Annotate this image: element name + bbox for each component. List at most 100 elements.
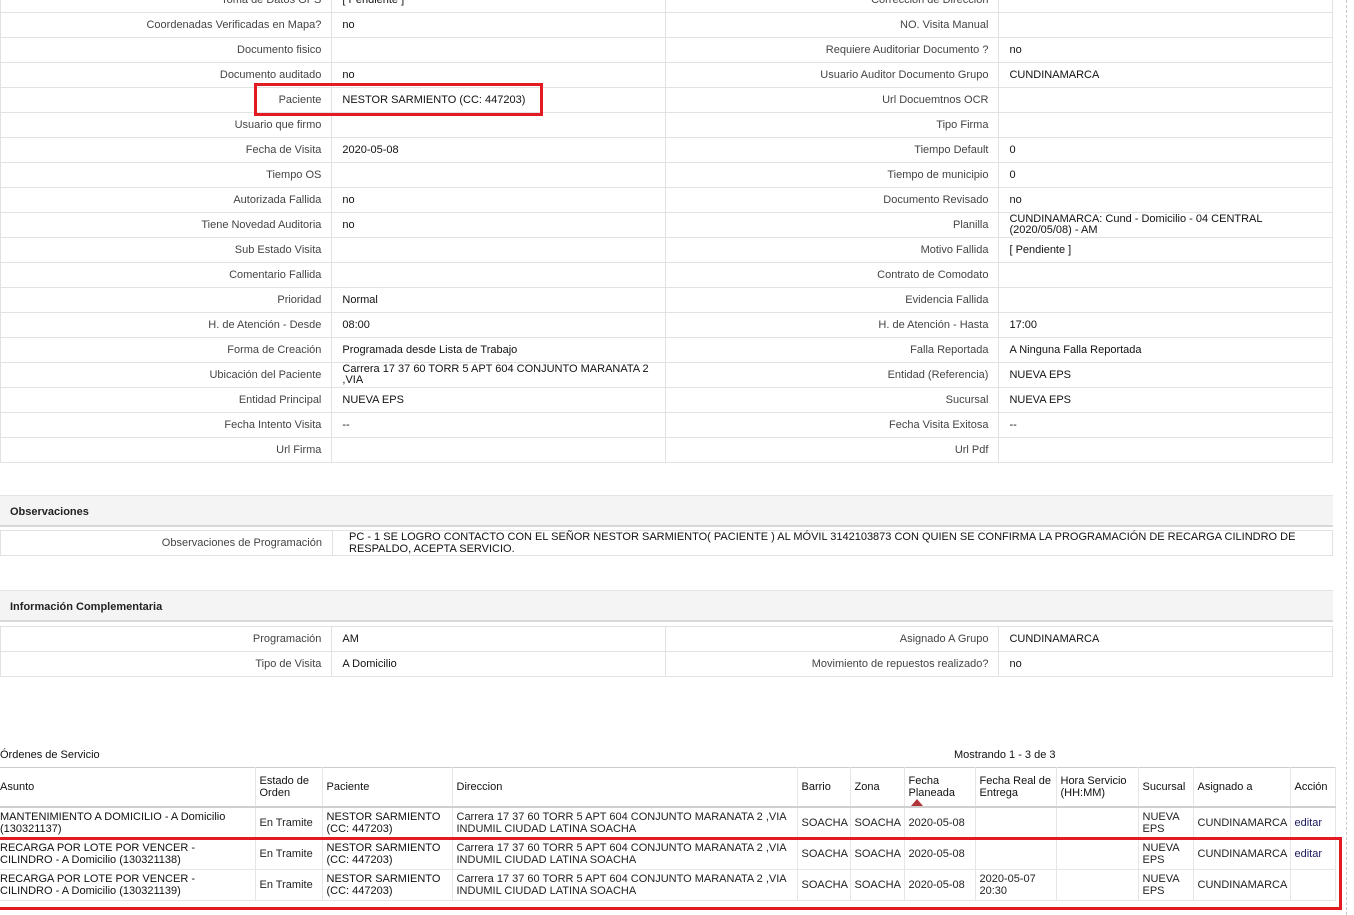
order-cell-fecha-planeada: 2020-05-08 (904, 807, 976, 839)
order-cell-asignado: CUNDINAMARCA (1193, 869, 1291, 901)
detail-label-left: Coordenadas Verificadas en Mapa? (0, 12, 333, 38)
order-fecha-planeada: 2020-05-08 (908, 879, 965, 891)
order-sucursal: NUEVA EPS (1142, 842, 1179, 866)
detail-label-right: Contrato de Comodato (664, 262, 1000, 288)
orders-col-header[interactable]: Barrio (797, 767, 851, 808)
orders-col-header-label: Direccion (456, 781, 503, 793)
detail-value-left (331, 237, 666, 263)
order-cell-paciente: NESTOR SARMIENTO (CC: 447203) (322, 807, 453, 839)
detail-row: Entidad Principal NUEVA EPS Sucursal NUEVA … (0, 387, 1333, 413)
detail-label-right: Motivo Fallida (664, 237, 1000, 263)
detail-value-right: NUEVA EPS (998, 362, 1333, 388)
observaciones-section-title: Observaciones (0, 495, 1333, 527)
detail-label-left: Toma de Datos GPS (0, 0, 333, 13)
order-cell-barrio: SOACHA (797, 807, 851, 839)
detail-label-left: Usuario que firmo (0, 112, 333, 138)
detail-value-right: 17:00 (998, 312, 1333, 338)
complementaria-grid: Programación AM Asignado A Grupo CUNDINAMAR… (0, 626, 1333, 677)
order-row: RECARGA POR LOTE POR VENCER - CILINDRO -… (0, 869, 1336, 901)
detail-value-left (331, 162, 666, 188)
order-asunto[interactable]: MANTENIMIENTO A DOMICILIO - A Domicilio … (0, 811, 225, 835)
order-cell-asunto: RECARGA POR LOTE POR VENCER - CILINDRO -… (0, 838, 256, 870)
order-cell-sucursal: NUEVA EPS (1138, 869, 1194, 901)
detail-label-left: Forma de Creación (0, 337, 333, 363)
orders-col-header-label: Sucursal (1142, 781, 1186, 793)
detail-value-right (998, 437, 1333, 463)
orders-pagination-count: Mostrando 1 - 3 de 3 (954, 749, 1056, 761)
detail-row: Toma de Datos GPS[ Pendiente ]Corrección… (0, 0, 1333, 13)
orders-col-header[interactable]: Fecha Planeada (904, 767, 976, 808)
detail-value-left: -- (331, 412, 666, 438)
orders-table: Asunto Estado de Orden Paciente Direccion Ba… (0, 767, 1336, 901)
detail-label-right: Url Pdf (664, 437, 1000, 463)
order-cell-sucursal: NUEVA EPS (1138, 807, 1194, 839)
orders-col-header-label: Fecha Real de Entrega (979, 775, 1052, 799)
order-paciente[interactable]: NESTOR SARMIENTO (CC: 447203) (327, 842, 441, 866)
detail-value-left (331, 112, 666, 138)
observaciones-label: Observaciones de Programación (0, 530, 333, 556)
detail-value-right (998, 112, 1333, 138)
detail-value-left: no (331, 212, 666, 238)
orders-col-header-label: Hora Servicio (HH:MM) (1060, 775, 1127, 799)
orders-col-header[interactable]: Hora Servicio (HH:MM) (1056, 767, 1139, 808)
detail-value-left: no (331, 12, 666, 38)
orders-col-header[interactable]: Fecha Real de Entrega (975, 767, 1057, 808)
orders-col-header[interactable]: Estado de Orden (255, 767, 323, 808)
detail-value-left: 2020-05-08 (331, 137, 666, 163)
orders-col-header[interactable]: Direccion (452, 767, 798, 808)
order-fecha-planeada: 2020-05-08 (908, 817, 965, 829)
detail-value-left: NESTOR SARMIENTO (CC: 447203) (331, 87, 666, 113)
detail-value-left (331, 262, 666, 288)
orders-col-header[interactable]: Asunto (0, 767, 256, 808)
orders-col-header[interactable]: Paciente (322, 767, 453, 808)
order-direccion: Carrera 17 37 60 TORR 5 APT 604 CONJUNTO… (456, 873, 787, 897)
detail-label-right: Url Docuemtnos OCR (664, 87, 1000, 113)
detail-value-right (998, 12, 1333, 38)
edit-order-link[interactable]: editar (1295, 848, 1323, 860)
detail-value-right: A Ninguna Falla Reportada (998, 337, 1333, 363)
comp-value-right: no (998, 651, 1333, 677)
order-fecha-real: 2020-05-07 20:30 (979, 873, 1036, 897)
detail-value-right: no (998, 37, 1333, 63)
order-cell-estado: En Tramite (255, 807, 323, 839)
orders-col-header[interactable]: Sucursal (1138, 767, 1194, 808)
orders-col-header[interactable]: Asignado a (1193, 767, 1291, 808)
order-cell-direccion: Carrera 17 37 60 TORR 5 APT 604 CONJUNTO… (452, 807, 798, 839)
detail-value-left: 08:00 (331, 312, 666, 338)
order-cell-paciente: NESTOR SARMIENTO (CC: 447203) (322, 838, 453, 870)
order-cell-hora (1056, 869, 1139, 901)
orders-col-header[interactable]: Acción (1290, 767, 1336, 808)
orders-col-header[interactable]: Zona (850, 767, 905, 808)
detail-row: Usuario que firmo Tipo Firma (0, 112, 1333, 138)
order-cell-direccion: Carrera 17 37 60 TORR 5 APT 604 CONJUNTO… (452, 838, 798, 870)
order-asunto[interactable]: RECARGA POR LOTE POR VENCER - CILINDRO -… (0, 842, 195, 866)
order-asunto[interactable]: RECARGA POR LOTE POR VENCER - CILINDRO -… (0, 873, 195, 897)
detail-row: Comentario Fallida Contrato de Comodato (0, 262, 1333, 288)
order-cell-fecha-real (975, 838, 1057, 870)
order-estado: En Tramite (259, 879, 313, 891)
order-cell-asunto: RECARGA POR LOTE POR VENCER - CILINDRO -… (0, 869, 256, 901)
complementaria-row: Programación AM Asignado A Grupo CUNDINAMAR… (0, 626, 1333, 652)
order-direccion: Carrera 17 37 60 TORR 5 APT 604 CONJUNTO… (456, 842, 787, 866)
vertical-scroll-guide (1346, 0, 1348, 915)
order-paciente[interactable]: NESTOR SARMIENTO (CC: 447203) (327, 811, 441, 835)
detail-value-right (998, 262, 1333, 288)
detail-row: Paciente NESTOR SARMIENTO (CC: 447203) Url… (0, 87, 1333, 113)
detail-row: Ubicación del Paciente Carrera 17 37 60 T… (0, 362, 1333, 388)
orders-col-header-label: Fecha Planeada (908, 775, 956, 799)
detail-row: Fecha de Visita 2020-05-08 Tiempo Default 0 (0, 137, 1333, 163)
order-cell-accion: editar (1290, 838, 1336, 870)
detail-value-left: no (331, 62, 666, 88)
order-cell-barrio: SOACHA (797, 869, 851, 901)
order-paciente[interactable]: NESTOR SARMIENTO (CC: 447203) (327, 873, 441, 897)
edit-order-link[interactable]: editar (1295, 817, 1323, 829)
detail-value-left: Programada desde Lista de Trabajo (331, 337, 666, 363)
order-asignado: CUNDINAMARCA (1197, 879, 1288, 891)
order-cell-hora (1056, 807, 1139, 839)
order-cell-accion (1290, 869, 1336, 901)
orders-col-header-label: Asunto (0, 781, 35, 793)
detail-value-right: NUEVA EPS (998, 387, 1333, 413)
order-barrio: SOACHA (801, 817, 848, 829)
detail-value-left: Carrera 17 37 60 TORR 5 APT 604 CONJUNTO… (331, 362, 666, 388)
detail-row: Fecha Intento Visita -- Fecha Visita Exito… (0, 412, 1333, 438)
